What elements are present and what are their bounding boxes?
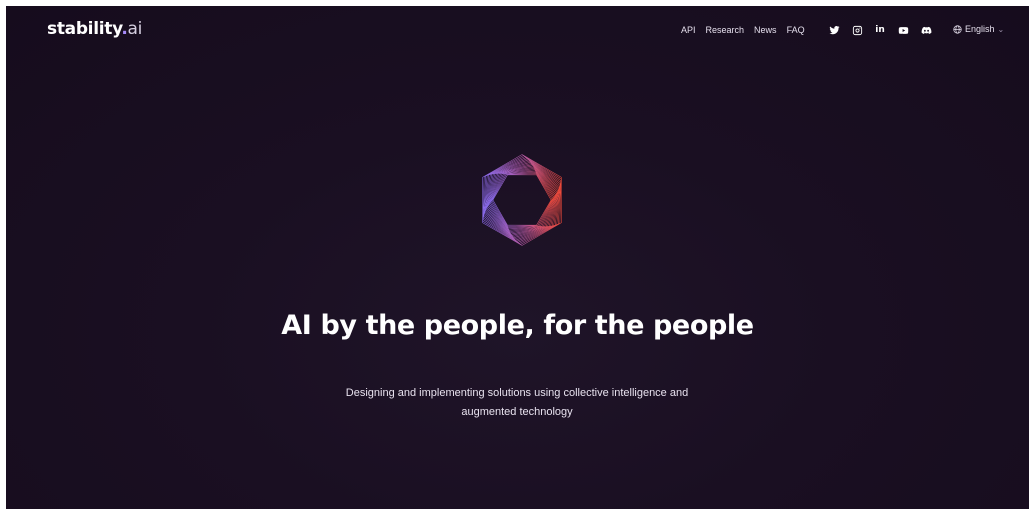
- page-viewport: stability.ai API Research News FAQ in En…: [6, 6, 1029, 509]
- linkedin-icon[interactable]: in: [874, 24, 886, 36]
- nav-news-link[interactable]: News: [754, 25, 777, 35]
- hexagon-ring: [482, 155, 562, 245]
- stability-logo[interactable]: stability.ai: [47, 19, 142, 39]
- hexagon-logo-icon: [482, 154, 562, 246]
- hero-subtitle: Designing and implementing solutions usi…: [345, 387, 689, 418]
- hexagon-ring: [486, 165, 558, 235]
- hexagon-ring: [487, 166, 557, 234]
- twitter-icon[interactable]: [828, 24, 840, 36]
- globe-icon: [953, 24, 962, 34]
- main-nav: API Research News FAQ: [681, 25, 805, 35]
- discord-icon[interactable]: [920, 24, 932, 36]
- social-links: in: [828, 24, 932, 36]
- hero-title: AI by the people, for the people: [281, 310, 754, 341]
- site-header: stability.ai API Research News FAQ in En…: [6, 6, 1029, 56]
- hexagon-ring: [482, 156, 562, 244]
- nav-research-link[interactable]: Research: [706, 25, 745, 35]
- language-label: English: [965, 24, 995, 34]
- hexagon-ring: [484, 160, 560, 240]
- chevron-down-icon: ⌄: [997, 24, 1005, 34]
- nav-faq-link[interactable]: FAQ: [787, 25, 805, 35]
- logo-text-main: stability: [47, 19, 122, 39]
- logo-text-suffix: ai: [127, 19, 143, 39]
- instagram-icon[interactable]: [851, 24, 863, 36]
- hexagon-ring: [488, 168, 556, 232]
- nav-api-link[interactable]: API: [681, 25, 696, 35]
- language-selector[interactable]: English ⌄: [953, 24, 1004, 34]
- youtube-icon[interactable]: [897, 24, 909, 36]
